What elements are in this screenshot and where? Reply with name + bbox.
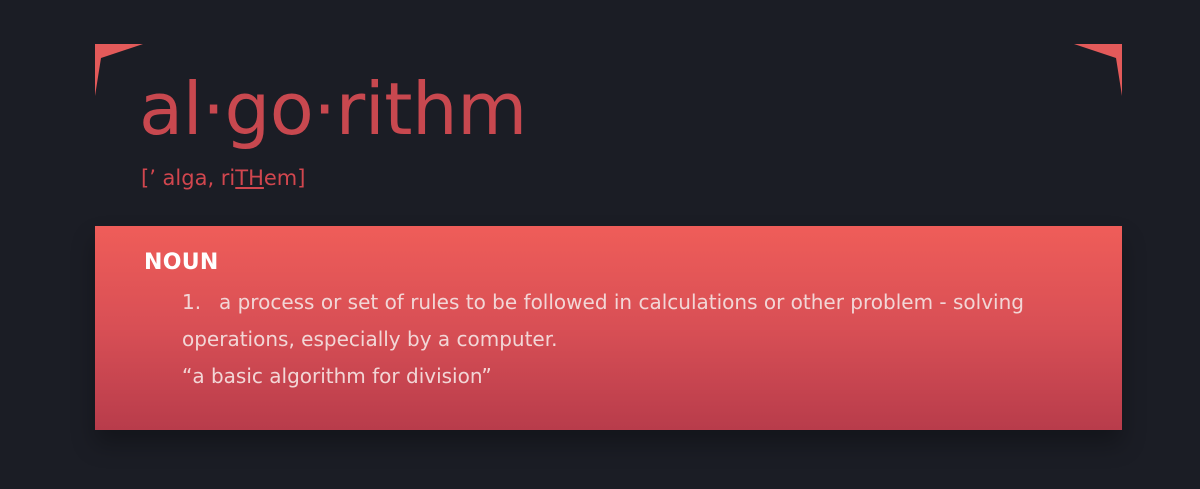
entry-header: al·go·rithm [’ alga, riTHem] xyxy=(95,44,1122,226)
part-of-speech: NOUN xyxy=(144,250,219,275)
pronunciation: [’ alga, riTHem] xyxy=(141,164,305,192)
pronunciation-underlined: TH xyxy=(235,166,264,190)
pronunciation-part: [’ alga, ri xyxy=(141,166,236,190)
definition-text: a process or set of rules to be followed… xyxy=(182,290,1024,351)
headword: al·go·rithm xyxy=(139,67,527,151)
sense-definition: 1. a process or set of rules to be follow… xyxy=(182,284,1062,395)
definition-panel: NOUN 1. a process or set of rules to be f… xyxy=(95,226,1122,430)
pronunciation-part: em] xyxy=(263,166,306,190)
usage-example: “a basic algorithm for division” xyxy=(182,364,492,388)
sense-number: 1. xyxy=(182,290,202,314)
dictionary-card: al·go·rithm [’ alga, riTHem] NOUN 1. a pr… xyxy=(95,44,1122,430)
